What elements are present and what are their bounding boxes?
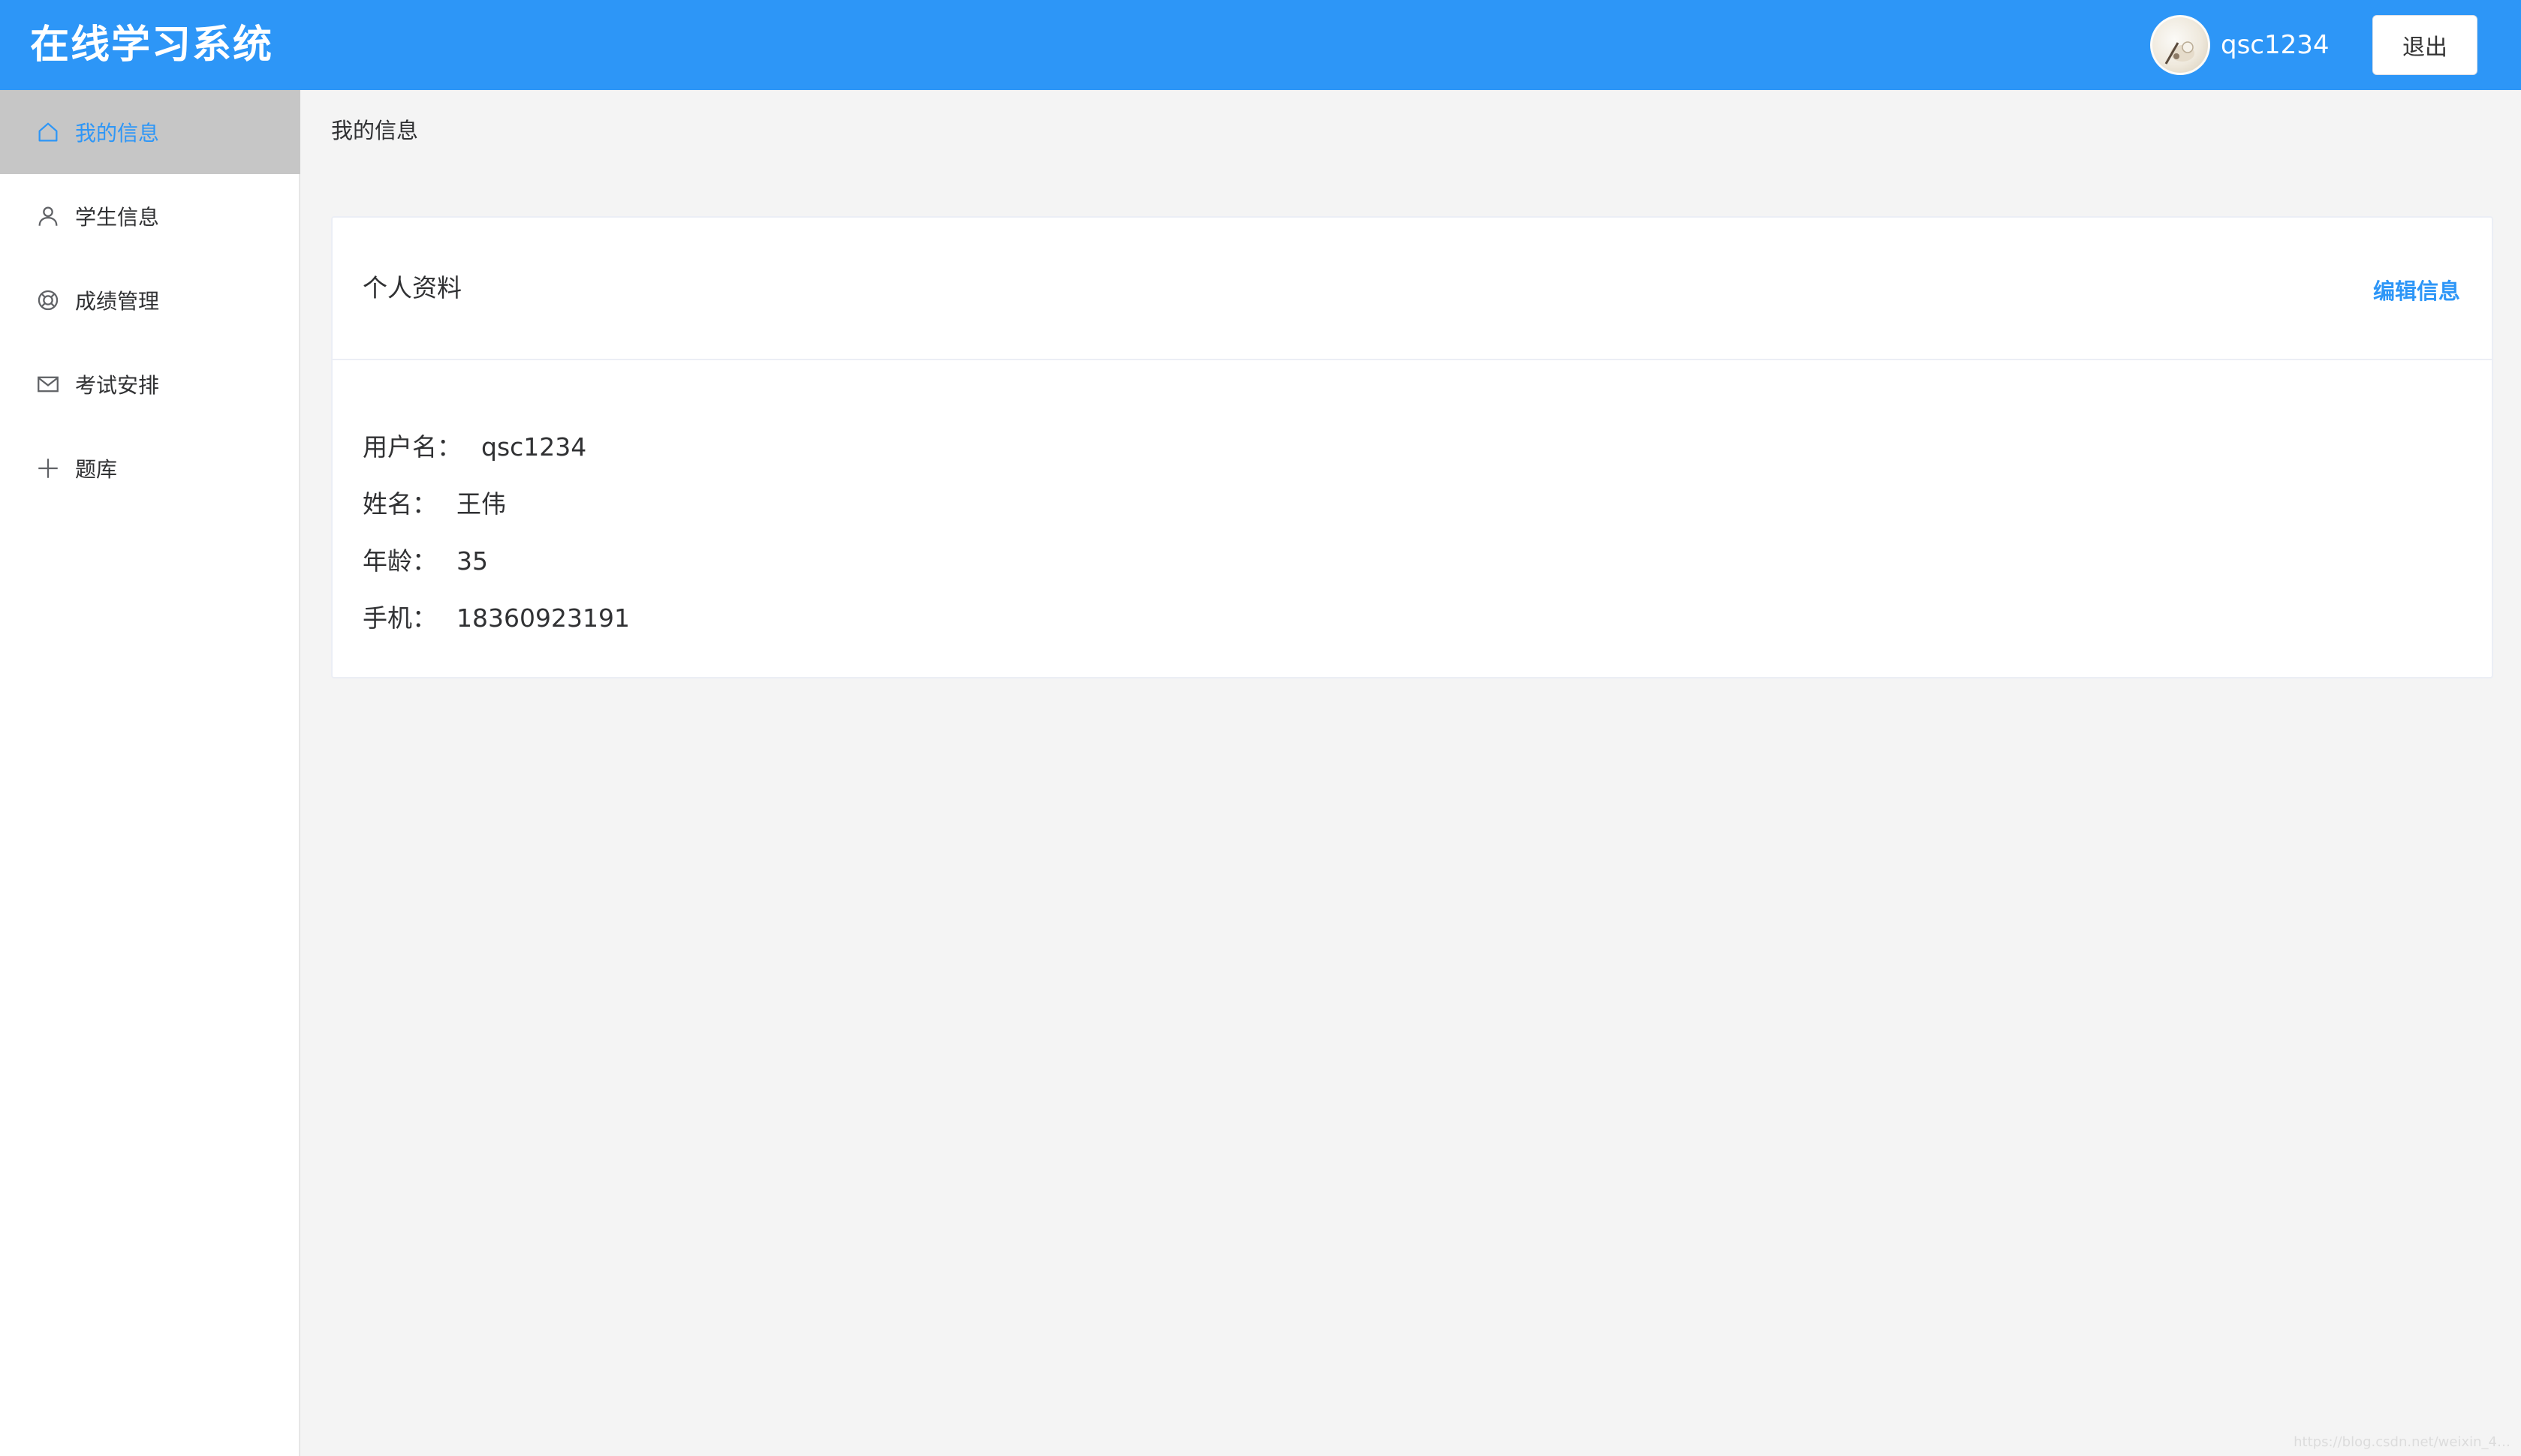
info-value: 18360923191	[456, 603, 630, 633]
profile-info-list: 用户名： qsc1234 姓名： 王伟 年龄： 35 手机： 18360923191	[363, 419, 630, 647]
card-header: 个人资料 编辑信息	[333, 218, 2492, 360]
sidebar-item-label: 我的信息	[75, 121, 160, 146]
app-title: 在线学习系统	[30, 23, 274, 68]
sidebar-item-label: 题库	[75, 457, 118, 482]
info-value: 35	[456, 546, 488, 576]
info-value: qsc1234	[481, 432, 587, 462]
avatar[interactable]	[2150, 15, 2210, 75]
sidebar-item-grade-management[interactable]: 成绩管理	[0, 258, 300, 342]
watermark: https://blog.csdn.net/weixin_4…	[2294, 1434, 2510, 1450]
sidebar-item-student-info[interactable]: 学生信息	[0, 174, 300, 258]
username: qsc1234	[2221, 30, 2330, 60]
info-row-age: 年龄： 35	[363, 533, 630, 590]
info-label: 年龄：	[363, 546, 437, 576]
sidebar-item-question-bank[interactable]: 题库	[0, 426, 300, 510]
info-row-name: 姓名： 王伟	[363, 476, 630, 533]
avatar-image-icon	[2164, 41, 2194, 65]
info-value: 王伟	[456, 489, 506, 519]
logout-button[interactable]: 退出	[2372, 15, 2477, 75]
sidebar-menu: 我的信息 学生信息 成绩管理 考试安排 题库	[0, 90, 300, 510]
profile-card: 个人资料 编辑信息 用户名： qsc1234 姓名： 王伟 年龄： 35 手机： 183…	[331, 216, 2493, 678]
user-icon	[35, 203, 62, 230]
info-label: 姓名：	[363, 489, 437, 519]
sidebar-item-exam-schedule[interactable]: 考试安排	[0, 342, 300, 426]
card-title: 个人资料	[363, 273, 462, 302]
sidebar-item-label: 学生信息	[75, 205, 160, 230]
info-label: 用户名：	[363, 432, 462, 462]
sidebar-item-label: 成绩管理	[75, 289, 160, 314]
home-icon	[35, 119, 62, 146]
top-header: 在线学习系统 qsc1234 退出	[0, 0, 2521, 90]
info-label: 手机：	[363, 603, 437, 633]
lifebuoy-icon	[35, 287, 62, 314]
plus-icon	[35, 455, 62, 482]
info-row-username: 用户名： qsc1234	[363, 419, 630, 476]
edit-info-button[interactable]: 编辑信息	[2373, 273, 2460, 309]
breadcrumb: 我的信息	[331, 118, 419, 143]
sidebar: 我的信息 学生信息 成绩管理 考试安排 题库	[0, 90, 300, 1456]
user-area[interactable]: qsc1234	[2150, 15, 2330, 75]
sidebar-item-label: 考试安排	[75, 373, 160, 398]
info-row-phone: 手机： 18360923191	[363, 590, 630, 647]
mail-icon	[35, 371, 62, 398]
sidebar-item-my-info[interactable]: 我的信息	[0, 90, 300, 174]
